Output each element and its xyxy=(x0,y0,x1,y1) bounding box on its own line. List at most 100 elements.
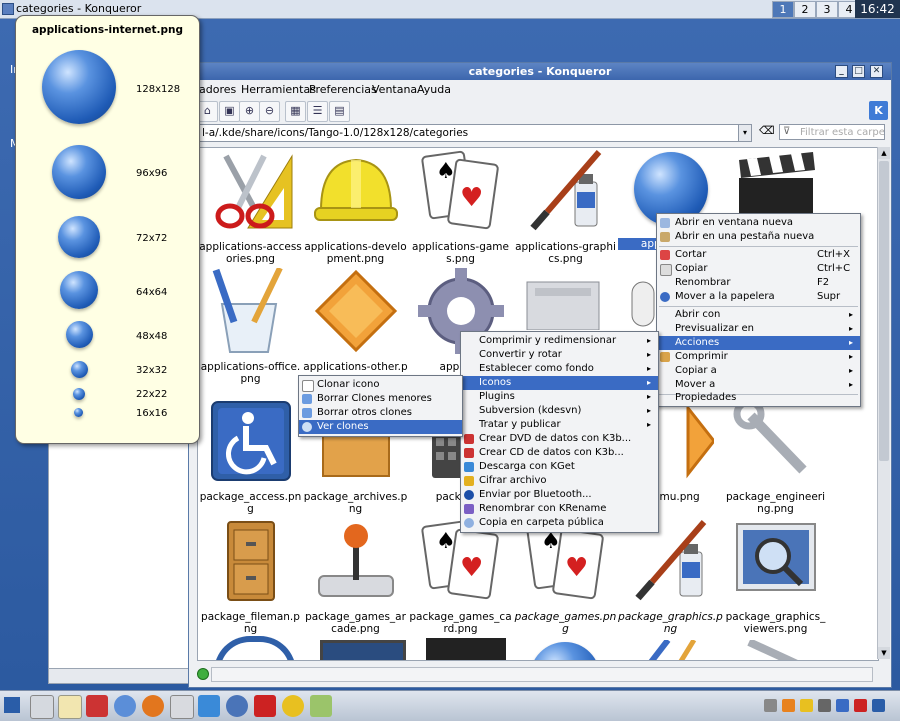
tree-view-icon[interactable]: ▤ xyxy=(329,101,350,122)
vertical-scrollbar[interactable]: ▲ ▼ xyxy=(877,147,890,659)
menu-item-preview-in[interactable]: Previsualizar en ▸ xyxy=(657,322,860,336)
menu-item-rename[interactable]: Renombrar F2 xyxy=(657,276,860,290)
menu-item-open-new-tab[interactable]: Abrir en una pestaña nueva xyxy=(657,230,860,244)
scroll-down-button[interactable]: ▼ xyxy=(878,647,890,659)
menu-item-copy-to[interactable]: Copiar a ▸ xyxy=(657,364,860,378)
menu-herramientas[interactable]: Herramientas xyxy=(241,83,316,96)
desktop-2-button[interactable]: 2 xyxy=(794,1,816,18)
copy-icon xyxy=(660,264,672,276)
joystick-icon xyxy=(317,524,394,597)
menu-item-create-dvd[interactable]: Crear DVD de datos con K3b... xyxy=(461,432,658,446)
home-icon[interactable]: ⌂ xyxy=(197,101,218,122)
file-item[interactable]: ♠ ♥ package_games.png xyxy=(513,518,618,635)
detail-view-icon[interactable]: ☰ xyxy=(307,101,328,122)
menu-item-public-folder[interactable]: Copia en carpeta pública xyxy=(461,516,658,530)
menu-item-delete-smaller-clones[interactable]: Borrar Clones menores xyxy=(299,392,462,406)
menu-item-bluetooth[interactable]: Enviar por Bluetooth... xyxy=(461,488,658,502)
file-item[interactable]: applications-office.png xyxy=(198,266,303,385)
home-folder-icon[interactable] xyxy=(86,695,108,717)
menu-item-view-clones[interactable]: Ver clones xyxy=(299,420,462,434)
file-item[interactable]: package_graphics.png xyxy=(618,518,723,635)
kde-menu-icon[interactable] xyxy=(4,697,20,713)
file-item[interactable]: ♠ ♥ applications-games.png xyxy=(408,148,513,265)
file-item[interactable]: package_games_arcade.png xyxy=(303,518,408,635)
clock[interactable]: 16:42 xyxy=(855,0,900,18)
file-label: applications-games.png xyxy=(412,241,509,265)
menu-item-cut[interactable]: Cortar Ctrl+X xyxy=(657,248,860,262)
file-item[interactable]: applications-development.png xyxy=(303,148,408,265)
desktop-1-button[interactable]: 1 xyxy=(772,1,794,18)
menu-item-move-to[interactable]: Mover a ▸ xyxy=(657,378,860,392)
file-item[interactable]: package_fileman.png xyxy=(198,518,303,635)
menu-item-open-new-window[interactable]: Abrir en ventana nueva xyxy=(657,216,860,230)
tab-icon xyxy=(660,232,670,242)
menu-item-open-with[interactable]: Abrir con ▸ xyxy=(657,308,860,322)
rss-icon[interactable] xyxy=(782,699,795,712)
menu-item-set-wallpaper[interactable]: Establecer como fondo ▸ xyxy=(461,362,658,376)
menu-ventana[interactable]: Ventana xyxy=(372,83,417,96)
minimize-button[interactable]: _ xyxy=(835,65,848,78)
zoom-in-icon[interactable]: ⊕ xyxy=(239,101,260,122)
image-view-icon[interactable]: ▣ xyxy=(219,101,240,122)
network-icon[interactable] xyxy=(226,695,248,717)
tray-icon[interactable] xyxy=(764,699,777,712)
tray-icon[interactable] xyxy=(854,699,867,712)
filter-input[interactable]: Filtrar esta carpeta xyxy=(779,124,885,140)
menu-marcadores[interactable]: adores xyxy=(199,83,236,96)
location-dropdown-button[interactable]: ▾ xyxy=(738,124,752,142)
file-item[interactable]: applications-accessories.png xyxy=(198,148,303,265)
firefox-icon[interactable] xyxy=(142,695,164,717)
location-input[interactable]: l-a/.kde/share/icons/Tango-1.0/128x128/c… xyxy=(197,124,741,142)
menu-item-copy[interactable]: Copiar Ctrl+C xyxy=(657,262,860,276)
menu-item-clone-icon[interactable]: Clonar icono xyxy=(299,378,462,392)
clear-location-icon[interactable]: ⌫ xyxy=(759,124,775,140)
window-titlebar[interactable]: categories - Konqueror _ □ ✕ xyxy=(189,63,891,80)
menu-item-properties[interactable]: Propiedades xyxy=(657,391,860,405)
kde-logo-icon[interactable]: K xyxy=(869,101,888,120)
menu-item-subversion[interactable]: Subversion (kdesvn) ▸ xyxy=(461,404,658,418)
menu-item-compress-resize[interactable]: Comprimir y redimensionar ▸ xyxy=(461,334,658,348)
menu-ayuda[interactable]: Ayuda xyxy=(417,83,451,96)
package-icon[interactable] xyxy=(310,695,332,717)
file-item[interactable]: package_engineering.png xyxy=(723,398,828,515)
desktop-3-button[interactable]: 3 xyxy=(816,1,838,18)
menu-item-move-to-trash[interactable]: Mover a la papelera Supr xyxy=(657,290,860,304)
menu-item-icons[interactable]: Iconos ▸ xyxy=(461,376,658,390)
menu-item-kget[interactable]: Descarga con KGet xyxy=(461,460,658,474)
menu-item-plugins[interactable]: Plugins ▸ xyxy=(461,390,658,404)
file-item[interactable]: package_access.png xyxy=(198,398,303,515)
active-window-title[interactable]: categories - Konqueror xyxy=(16,2,141,15)
show-desktop-icon[interactable] xyxy=(30,695,54,719)
menu-item-create-cd[interactable]: Crear CD de datos con K3b... xyxy=(461,446,658,460)
close-button[interactable]: ✕ xyxy=(870,65,883,78)
scroll-up-button[interactable]: ▲ xyxy=(878,147,890,159)
maximize-button[interactable]: □ xyxy=(852,65,865,78)
menu-item-actions[interactable]: Acciones ▸ xyxy=(657,336,860,350)
weather-icon[interactable] xyxy=(282,695,304,717)
menu-item-delete-other-clones[interactable]: Borrar otros clones xyxy=(299,406,462,420)
konqueror-icon[interactable] xyxy=(114,695,136,717)
system-icon[interactable] xyxy=(170,695,194,719)
icon-view-icon[interactable]: ▦ xyxy=(285,101,306,122)
file-item[interactable]: applications-other.png xyxy=(303,268,408,385)
menu-item-krename[interactable]: Renombrar con KRename xyxy=(461,502,658,516)
tray-icon[interactable] xyxy=(872,699,885,712)
file-item[interactable]: package_graphics_viewers.png xyxy=(723,518,828,635)
menu-item-encrypt[interactable]: Cifrar archivo xyxy=(461,474,658,488)
tray-icon[interactable] xyxy=(818,699,831,712)
tray-icon[interactable] xyxy=(836,699,849,712)
menu-preferencias[interactable]: Preferencias xyxy=(309,83,377,96)
menu-item-compress[interactable]: Comprimir ▸ xyxy=(657,350,860,364)
tray-icon[interactable] xyxy=(800,699,813,712)
scrollbar-thumb[interactable] xyxy=(879,161,889,461)
menu-item-treat-publish[interactable]: Tratar y publicar ▸ xyxy=(461,418,658,432)
notes-icon[interactable] xyxy=(58,695,82,719)
file-item[interactable]: ♠ ♥ package_games_card.png xyxy=(408,518,513,635)
taskbar xyxy=(0,690,900,721)
file-label: applications-development.png xyxy=(304,241,407,265)
file-item[interactable]: applications-graphics.png xyxy=(513,148,618,265)
zoom-out-icon[interactable]: ⊖ xyxy=(259,101,280,122)
menu-item-convert-rotate[interactable]: Convertir y rotar ▸ xyxy=(461,348,658,362)
ruby-icon[interactable] xyxy=(254,695,276,717)
search-icon[interactable] xyxy=(198,695,220,717)
